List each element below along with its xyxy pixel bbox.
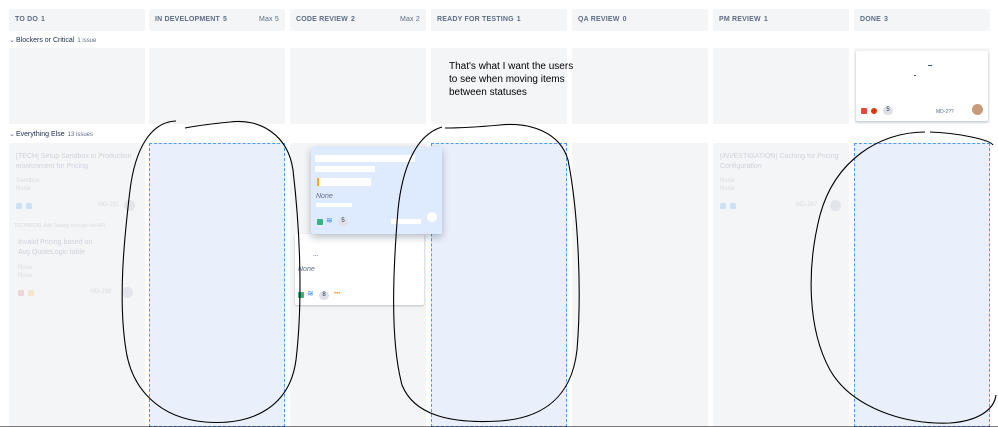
column-header-qa-review: QA REVIEW 0 xyxy=(572,9,708,31)
column-max: Max 5 xyxy=(258,16,279,23)
story-icon xyxy=(298,292,304,298)
blockers-cell-pm-review xyxy=(713,48,849,124)
column-header-done: DONE 3 xyxy=(854,9,990,31)
column-header-in-development: IN DEVELOPMENT 5 Max 5 xyxy=(149,9,285,31)
column-header-pm-review: PM REVIEW 1 xyxy=(713,9,849,31)
card-tag: None xyxy=(18,265,33,271)
priority-icon xyxy=(28,290,34,296)
column-name: CODE REVIEW xyxy=(296,16,348,23)
column-count: 2 xyxy=(350,16,356,23)
card-title: [INVESTIGATION] Caching for Pricing xyxy=(720,153,839,160)
column-name: QA REVIEW xyxy=(578,16,620,23)
priority-icon: ≋ xyxy=(307,289,314,298)
column-header-ready-for-testing: READY FOR TESTING 1 xyxy=(431,9,567,31)
blockers-cell-qa-review xyxy=(572,48,708,124)
swimlane-issue-count: 13 issues xyxy=(67,132,93,138)
column-name: IN DEVELOPMENT xyxy=(155,16,221,23)
drop-zone-ready-for-testing[interactable] xyxy=(431,143,567,427)
issue-key[interactable]: MD-299 xyxy=(90,289,111,295)
chevron-down-icon: ⌄ xyxy=(9,37,15,44)
column-header-code-review: CODE REVIEW 2 Max 2 xyxy=(290,9,426,31)
issue-key[interactable]: MD-287 xyxy=(796,202,817,208)
assignee-avatar xyxy=(124,200,135,211)
swimlane-issue-count: 1 issue xyxy=(77,38,97,44)
column-name: TO DO xyxy=(15,16,39,23)
card-title: Invalid Pricing based on xyxy=(18,239,93,246)
story-icon xyxy=(720,203,726,209)
priority-icon xyxy=(26,203,32,209)
swimlane-title: Everything Else xyxy=(16,131,65,138)
column-count: 3 xyxy=(884,16,889,23)
drop-zone-done[interactable] xyxy=(854,143,990,427)
card-tag: Sandbox xyxy=(16,178,40,184)
column-max: Max 2 xyxy=(399,16,420,23)
assignee-avatar xyxy=(830,200,841,211)
card-meta: None xyxy=(298,266,315,273)
column-name: READY FOR TESTING xyxy=(437,16,514,23)
story-points-badge: 5 xyxy=(338,217,348,226)
blockers-cell-code-review xyxy=(290,48,426,124)
swimlane-header-blockers[interactable]: ⌄Blockers or Critical 1 issue xyxy=(9,36,96,44)
swimlane-title: Blockers or Critical xyxy=(16,37,75,44)
card-meta: None xyxy=(18,273,33,279)
card-title-continued: Avg QuoteLogic table xyxy=(18,249,85,256)
blockers-cell-todo xyxy=(9,48,145,124)
label-chip xyxy=(317,178,371,186)
story-points-badge: 5 xyxy=(883,106,893,115)
issue-card-dragged[interactable]: None ≋ 5 xyxy=(311,147,442,234)
column-name: PM REVIEW xyxy=(719,16,761,23)
assignee-avatar xyxy=(122,287,133,298)
blocker-priority-icon xyxy=(871,108,877,114)
card-tag: None xyxy=(720,178,735,184)
redacted-text xyxy=(928,65,932,66)
card-meta: None xyxy=(16,186,31,192)
column-name: DONE xyxy=(860,16,882,23)
story-icon xyxy=(317,219,323,225)
story-icon xyxy=(16,203,22,209)
chevron-down-icon: ⌄ xyxy=(9,131,15,138)
story-points-badge: 8 xyxy=(319,291,329,300)
card-ellipsis: ... xyxy=(313,252,319,258)
card-meta: None xyxy=(316,193,333,200)
assignee-avatar xyxy=(427,212,437,222)
blockers-cell-in-development xyxy=(149,48,285,124)
redacted-text xyxy=(315,166,375,172)
issue-card-code-review-2[interactable]: ... None ≋ 8 ••• xyxy=(295,234,424,305)
issue-key[interactable]: MD-261 xyxy=(98,202,119,208)
epic-header: TECHNICAL Add Testing through the API xyxy=(14,223,106,229)
column-count: 1 xyxy=(41,16,46,23)
issue-key[interactable]: MD-2?? xyxy=(936,109,954,115)
redacted-text xyxy=(914,75,916,76)
priority-icon: ≋ xyxy=(326,216,333,225)
redacted-text xyxy=(316,203,352,207)
annotation-text: That's what I want the users to see when… xyxy=(449,61,574,98)
priority-icon xyxy=(730,203,736,209)
bug-icon xyxy=(861,108,867,114)
card-title: [TECH] Setup Sandbox in Production xyxy=(16,153,132,160)
redacted-text xyxy=(315,155,415,162)
redacted-text xyxy=(391,219,421,224)
column-count: 5 xyxy=(223,16,228,23)
everything-cell-qa-review xyxy=(572,143,708,427)
card-meta: None xyxy=(720,186,735,192)
column-count: 1 xyxy=(516,16,521,23)
issue-card-done-blocker[interactable]: 5 MD-2?? xyxy=(856,51,988,121)
assignee-avatar xyxy=(972,104,983,115)
swimlane-header-everything-else[interactable]: ⌄Everything Else 13 issues xyxy=(9,130,93,138)
card-title-continued: environment for Pricing xyxy=(16,163,88,170)
bug-icon xyxy=(18,290,24,296)
card-dots: ••• xyxy=(334,291,341,297)
column-count: 1 xyxy=(763,16,768,23)
column-count: 0 xyxy=(622,16,627,23)
card-title-continued: Configuration xyxy=(720,163,762,170)
drop-zone-in-development[interactable] xyxy=(149,143,285,427)
column-header-todo: TO DO 1 xyxy=(9,9,145,31)
